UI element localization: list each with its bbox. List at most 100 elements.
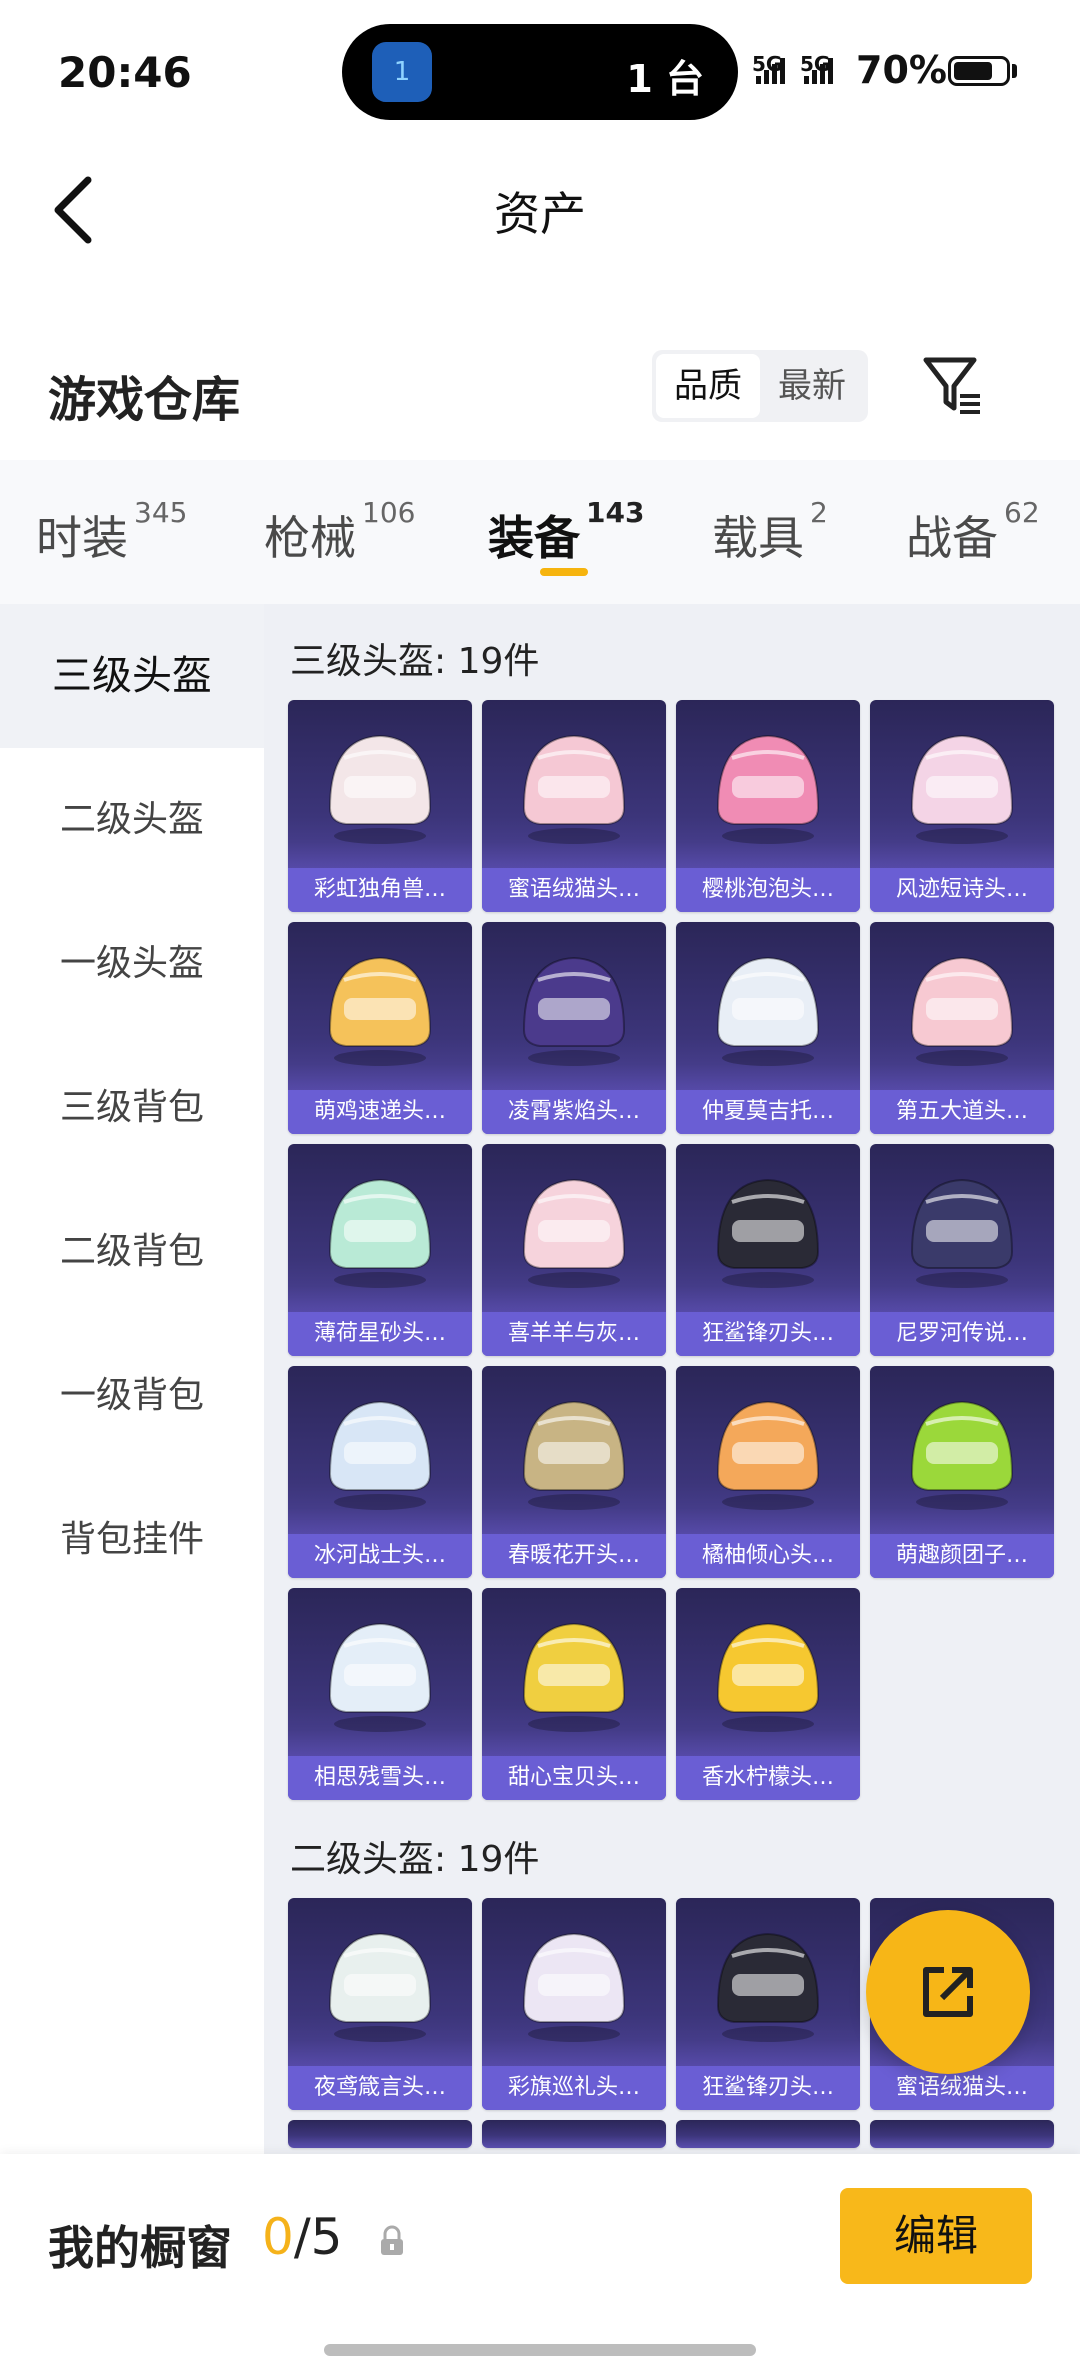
item-name: 尼罗河传说…: [870, 1312, 1054, 1356]
item-card[interactable]: 春暖花开头…: [482, 1366, 666, 1578]
showcase-bar: 我的橱窗 0/5 编辑: [0, 2154, 1080, 2376]
helmet-icon: [328, 1622, 432, 1732]
item-name: 樱桃泡泡头…: [676, 868, 860, 912]
sort-quality-button[interactable]: 品质: [656, 354, 760, 418]
item-card[interactable]: 凌霄紫焰头…: [482, 922, 666, 1134]
page-title: 资产: [494, 187, 586, 241]
active-tab-indicator: [540, 568, 588, 576]
helmet-icon: [910, 1400, 1014, 1510]
edit-button[interactable]: 编辑: [840, 2188, 1032, 2284]
item-card-partial[interactable]: [676, 2120, 860, 2148]
helmet-icon: [910, 956, 1014, 1066]
item-name: 萌鸡速递头…: [288, 1090, 472, 1134]
sidebar-item-level3-backpack[interactable]: 三级背包: [0, 1036, 264, 1180]
section-title: 二级头盔: 19件: [290, 1839, 540, 1880]
sidebar-item-level2-backpack[interactable]: 二级背包: [0, 1180, 264, 1324]
helmet-icon: [716, 1622, 820, 1732]
item-card-partial[interactable]: [482, 2120, 666, 2148]
showcase-count: 0/5: [262, 2208, 343, 2266]
item-card[interactable]: 薄荷星砂头…: [288, 1144, 472, 1356]
item-card-partial[interactable]: [870, 2120, 1054, 2148]
item-name: 相思残雪头…: [288, 1756, 472, 1800]
helmet-icon: [328, 1932, 432, 2042]
item-name: 狂鲨锋刃头…: [676, 1312, 860, 1356]
helmet-icon: [522, 1400, 626, 1510]
item-card[interactable]: 甜心宝贝头…: [482, 1588, 666, 1800]
showcase-label: 我的橱窗: [48, 2221, 232, 2275]
helmet-icon: [328, 956, 432, 1066]
sidebar-item-level3-helmet[interactable]: 三级头盔: [0, 604, 264, 748]
warehouse-title: 游戏仓库: [48, 372, 241, 428]
item-name: 仲夏莫吉托…: [676, 1090, 860, 1134]
item-card[interactable]: 狂鲨锋刃头…: [676, 1898, 860, 2110]
sort-newest-button[interactable]: 最新: [760, 354, 864, 418]
item-card[interactable]: 香水柠檬头…: [676, 1588, 860, 1800]
helmet-icon: [716, 1932, 820, 2042]
item-card[interactable]: 彩旗巡礼头…: [482, 1898, 666, 2110]
item-name: 彩虹独角兽…: [288, 868, 472, 912]
item-card[interactable]: 萌趣颜团子…: [870, 1366, 1054, 1578]
sidebar-item-level1-helmet[interactable]: 一级头盔: [0, 892, 264, 1036]
item-name: 香水柠檬头…: [676, 1756, 860, 1800]
item-card[interactable]: 第五大道头…: [870, 922, 1054, 1134]
nav-bar: 资产: [0, 140, 1080, 320]
item-name: 夜鸢箴言头…: [288, 2066, 472, 2110]
item-card[interactable]: 冰河战士头…: [288, 1366, 472, 1578]
sidebar-item-backpack-charm[interactable]: 背包挂件: [0, 1468, 264, 1612]
battery-tip: [1012, 64, 1017, 78]
connected-devices-count: 1 台: [626, 57, 704, 101]
item-card[interactable]: 喜羊羊与灰…: [482, 1144, 666, 1356]
item-name: 第五大道头…: [870, 1090, 1054, 1134]
signal-bars-icon: [756, 58, 785, 84]
home-indicator[interactable]: [324, 2344, 756, 2356]
lock-icon: [381, 2225, 403, 2255]
filter-icon[interactable]: [920, 352, 986, 418]
item-card[interactable]: 狂鲨锋刃头…: [676, 1144, 860, 1356]
sidebar-item-level2-helmet[interactable]: 二级头盔: [0, 748, 264, 892]
item-card-partial[interactable]: [288, 2120, 472, 2148]
battery-percent: 70%: [856, 48, 947, 92]
item-card[interactable]: 萌鸡速递头…: [288, 922, 472, 1134]
dynamic-island[interactable]: 1 1 台: [342, 24, 738, 120]
helmet-icon: [910, 734, 1014, 844]
item-name: 甜心宝贝头…: [482, 1756, 666, 1800]
external-link-icon: [923, 1967, 973, 2017]
helmet-icon: [716, 1178, 820, 1288]
share-fab-button[interactable]: [866, 1910, 1030, 2074]
helmet-icon: [522, 1622, 626, 1732]
sidebar-item-level1-backpack[interactable]: 一级背包: [0, 1324, 264, 1468]
item-name: 薄荷星砂头…: [288, 1312, 472, 1356]
item-name: 萌趣颜团子…: [870, 1534, 1054, 1578]
tab-equipment[interactable]: 装备 143: [488, 496, 644, 568]
item-card[interactable]: 尼罗河传说…: [870, 1144, 1054, 1356]
item-card[interactable]: 蜜语绒猫头…: [482, 700, 666, 912]
item-name: 蜜语绒猫头…: [482, 868, 666, 912]
helmet-icon: [910, 1178, 1014, 1288]
item-name: 风迹短诗头…: [870, 868, 1054, 912]
item-name: 冰河战士头…: [288, 1534, 472, 1578]
item-name: 凌霄紫焰头…: [482, 1090, 666, 1134]
item-name: 狂鲨锋刃头…: [676, 2066, 860, 2110]
item-card[interactable]: 风迹短诗头…: [870, 700, 1054, 912]
warehouse-header: 游戏仓库 品质 最新: [0, 320, 1080, 460]
clock: 20:46: [58, 48, 192, 97]
tab-weapons[interactable]: 枪械 106: [264, 496, 415, 568]
item-card[interactable]: 橘柚倾心头…: [676, 1366, 860, 1578]
tab-fashion[interactable]: 时装 345: [36, 496, 187, 568]
item-card[interactable]: 相思残雪头…: [288, 1588, 472, 1800]
item-card[interactable]: 仲夏莫吉托…: [676, 922, 860, 1134]
helmet-icon: [522, 1932, 626, 2042]
tab-supplies[interactable]: 战备 62: [906, 496, 1040, 568]
item-card[interactable]: 彩虹独角兽…: [288, 700, 472, 912]
item-name: 春暖花开头…: [482, 1534, 666, 1578]
item-card[interactable]: 夜鸢箴言头…: [288, 1898, 472, 2110]
sort-segmented-control: 品质 最新: [652, 350, 868, 422]
subcategory-sidebar: 三级头盔 二级头盔 一级头盔 三级背包 二级背包 一级背包 背包挂件: [0, 604, 264, 2154]
item-card[interactable]: 樱桃泡泡头…: [676, 700, 860, 912]
item-name: 喜羊羊与灰…: [482, 1312, 666, 1356]
status-bar: 20:46 1 1 台 5G 5G 70%: [0, 0, 1080, 140]
helmet-icon: [328, 1400, 432, 1510]
helmet-icon: [716, 956, 820, 1066]
battery-icon: [948, 56, 1010, 86]
tab-vehicles[interactable]: 载具 2: [712, 496, 828, 568]
